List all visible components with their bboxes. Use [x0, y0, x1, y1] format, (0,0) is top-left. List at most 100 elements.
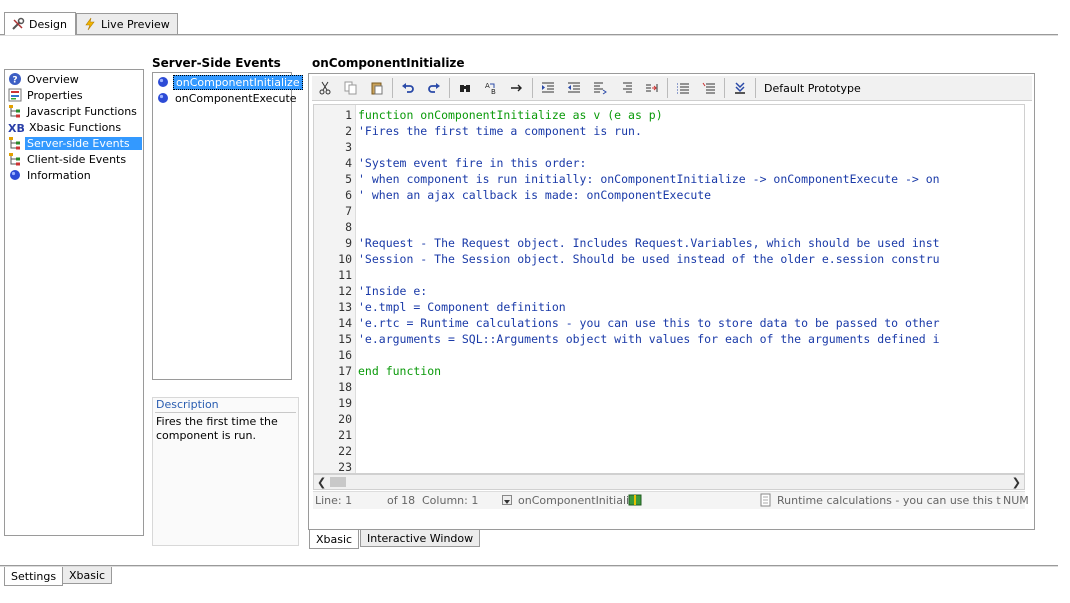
toolbar-separator — [755, 78, 756, 98]
sidebar-item-server-side-events[interactable]: Server-side Events — [6, 135, 142, 151]
sidebar-item-overview[interactable]: ? Overview — [6, 71, 142, 87]
line-number: 13 — [338, 300, 352, 314]
document-icon — [760, 493, 772, 510]
toolbar-separator — [667, 78, 668, 98]
scrollbar-thumb[interactable] — [330, 477, 346, 487]
redo-icon[interactable] — [421, 76, 447, 100]
tab-interactive-window[interactable]: Interactive Window — [360, 530, 481, 547]
editor-tab-bar: Xbasic Interactive Window — [308, 530, 1008, 550]
sidebar-item-client-side-events[interactable]: Client-side Events — [6, 151, 142, 167]
code-line[interactable]: 'System event fire in this order: — [358, 155, 586, 171]
line-number: 14 — [338, 316, 352, 330]
sidebar-item-label: Overview — [27, 72, 79, 86]
svg-text:XB: XB — [8, 122, 24, 134]
tab-divider — [0, 34, 1058, 36]
line-number: 11 — [338, 268, 352, 282]
top-tab-bar: Design Live Preview — [0, 0, 1070, 36]
toolbar-separator — [532, 78, 533, 98]
dropdown-icon[interactable] — [502, 495, 512, 505]
tree-icon — [8, 136, 22, 150]
line-number: 2 — [345, 124, 352, 138]
goto-arrow-icon[interactable] — [504, 76, 530, 100]
move-line-icon[interactable] — [639, 76, 665, 100]
horizontal-scrollbar[interactable]: ❮ ❯ — [313, 474, 1025, 490]
editor-status-bar: Line: 1 of 18 Column: 1 onComponentIniti… — [313, 491, 1029, 510]
line-number: 1 — [345, 108, 352, 122]
description-text: Fires the first time the component is ru… — [156, 415, 278, 442]
default-prototype-button[interactable]: Default Prototype — [758, 82, 867, 95]
tab-label: Settings — [11, 569, 57, 583]
code-line[interactable]: 'e.rtc = Runtime calculations - you can … — [358, 315, 940, 331]
status-of: of 18 — [387, 494, 416, 507]
code-line[interactable]: ' when component is run initially: onCom… — [358, 171, 940, 187]
line-number: 7 — [345, 204, 352, 218]
sidebar-item-label: Javascript Functions — [27, 104, 137, 118]
status-line: Line: 1 — [315, 494, 353, 507]
tab-live-preview[interactable]: Live Preview — [76, 13, 178, 34]
code-line[interactable]: 'Session - The Session object. Should be… — [358, 251, 940, 267]
uncomment-icon[interactable] — [696, 76, 722, 100]
sidebar-item-label: Xbasic Functions — [29, 120, 122, 134]
tab-xbasic-editor[interactable]: Xbasic — [309, 530, 360, 549]
code-editor[interactable]: 1 2 3 4 5 6 7 8 9 10 11 12 13 14 15 16 17 18 19 20 21 22 23 fu… — [313, 104, 1025, 474]
status-num: NUM — [1003, 494, 1029, 507]
cut-icon[interactable] — [312, 76, 338, 100]
tab-xbasic[interactable]: Xbasic — [62, 567, 113, 584]
line-number: 5 — [345, 172, 352, 186]
scroll-right-icon[interactable]: ❯ — [1012, 476, 1021, 489]
comment-icon[interactable] — [670, 76, 696, 100]
sidebar-item-label: Client-side Events — [27, 152, 127, 166]
code-line[interactable]: function onComponentInitialize as v (e a… — [358, 107, 663, 123]
undo-icon[interactable] — [395, 76, 421, 100]
tab-label: Xbasic — [69, 568, 106, 582]
line-number: 19 — [338, 396, 352, 410]
svg-text:A: A — [485, 82, 490, 90]
indent-icon[interactable] — [535, 76, 561, 100]
code-line[interactable]: 'Request - The Request object. Includes … — [358, 235, 940, 251]
line-number: 6 — [345, 188, 352, 202]
outdent-icon[interactable] — [561, 76, 587, 100]
sidebar-item-label: Server-side Events — [25, 136, 142, 150]
events-list: onComponentInitialize onComponentExecute — [152, 72, 303, 380]
event-item-label: onComponentExecute — [175, 91, 297, 105]
code-line[interactable]: ' when an ajax callback is made: onCompo… — [358, 187, 711, 203]
find-icon[interactable] — [452, 76, 478, 100]
code-line[interactable]: 'Fires the first time a component is run… — [358, 123, 642, 139]
sidebar-item-javascript-functions[interactable]: Javascript Functions — [6, 103, 142, 119]
sidebar-item-information[interactable]: Information — [6, 167, 142, 183]
align-icon[interactable] — [587, 76, 613, 100]
scroll-left-icon[interactable]: ❮ — [317, 476, 326, 489]
tab-settings[interactable]: Settings — [4, 567, 64, 586]
tab-live-preview-label: Live Preview — [101, 17, 170, 31]
line-number: 22 — [338, 444, 352, 458]
event-item-oncomponentinitialize[interactable]: onComponentInitialize — [154, 74, 303, 90]
collapse-icon[interactable] — [727, 76, 753, 100]
line-number: 18 — [338, 380, 352, 394]
code-line[interactable]: 'Inside e: — [358, 283, 427, 299]
description-panel: Description Fires the first time the com… — [152, 397, 299, 546]
paste-icon[interactable] — [364, 76, 390, 100]
sidebar-item-properties[interactable]: Properties — [6, 87, 142, 103]
event-item-oncomponentexecute[interactable]: onComponentExecute — [154, 90, 299, 106]
toolbar-separator — [724, 78, 725, 98]
tab-label: Xbasic — [316, 532, 353, 546]
event-item-label: onComponentInitialize — [173, 74, 303, 90]
line-number: 21 — [338, 428, 352, 442]
copy-icon[interactable] — [338, 76, 364, 100]
line-number: 23 — [338, 460, 352, 474]
code-line[interactable]: end function — [358, 363, 441, 379]
tree-icon — [8, 104, 22, 118]
properties-icon — [8, 88, 22, 102]
book-icon[interactable] — [628, 493, 642, 510]
align-right-icon[interactable] — [613, 76, 639, 100]
code-line[interactable]: 'e.tmpl = Component definition — [358, 299, 566, 315]
tab-design[interactable]: Design — [4, 12, 76, 35]
lightning-icon — [83, 17, 97, 31]
svg-text:B: B — [491, 88, 496, 95]
editor-toolbar: AB Default Prototype — [312, 76, 1032, 101]
replace-icon[interactable]: AB — [478, 76, 504, 100]
sidebar-item-xbasic-functions[interactable]: XB Xbasic Functions — [6, 119, 142, 135]
line-number: 15 — [338, 332, 352, 346]
events-title: Server-Side Events — [152, 56, 281, 70]
code-line[interactable]: 'e.arguments = SQL::Arguments object wit… — [358, 331, 940, 347]
